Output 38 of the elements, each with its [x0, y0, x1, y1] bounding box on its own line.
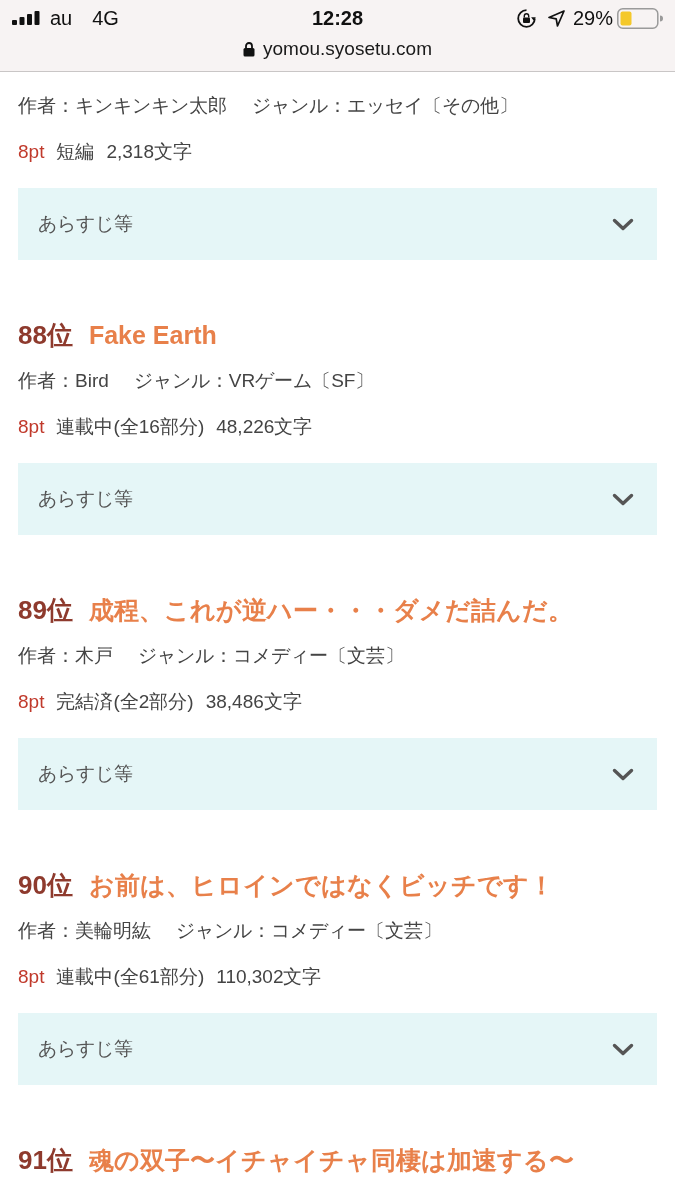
rotation-lock-icon — [516, 8, 536, 28]
synopsis-toggle[interactable]: あらすじ等 — [18, 738, 657, 810]
length-text: 2,318文字 — [106, 140, 192, 164]
rank-label: 90位 — [18, 868, 73, 902]
lock-icon — [243, 41, 255, 57]
genre-text: ジャンル：VRゲーム〔SF〕 — [133, 369, 375, 393]
points-text: 8pt — [18, 691, 45, 713]
status-text: 完結済(全2部分) — [56, 690, 194, 714]
network-type: 4G — [92, 6, 119, 30]
rank-label: 89位 — [18, 593, 73, 627]
author-text: 作者：木戸 — [18, 644, 113, 668]
author-text: 作者：Bird — [18, 369, 109, 393]
rank-label: 91位 — [18, 1143, 73, 1177]
length-text: 110,302文字 — [216, 965, 322, 989]
clock-time: 12:28 — [311, 6, 364, 29]
genre-text: ジャンル：エッセイ〔その他〕 — [252, 94, 518, 118]
genre-text: ジャンル：コメディー〔文芸〕 — [138, 644, 404, 668]
length-text: 38,486文字 — [205, 690, 302, 714]
signal-icon — [12, 11, 40, 25]
author-text: 作者：キンキンキン太郎 — [18, 94, 227, 118]
battery-icon — [617, 7, 663, 29]
battery-percentage: 29% — [572, 6, 613, 30]
carrier-name: au — [50, 6, 73, 30]
location-arrow-icon — [547, 9, 565, 27]
synopsis-toggle[interactable]: あらすじ等 — [18, 188, 657, 260]
points-text: 8pt — [18, 966, 45, 988]
genre-text: ジャンル：コメディー〔文芸〕 — [176, 919, 442, 943]
synopsis-toggle[interactable]: あらすじ等 — [18, 463, 657, 535]
synopsis-toggle[interactable]: あらすじ等 — [18, 1013, 657, 1085]
length-text: 48,226文字 — [216, 415, 313, 439]
points-text: 8pt — [18, 416, 45, 438]
author-text: 作者：美輪明紘 — [18, 919, 151, 943]
points-text: 8pt — [18, 141, 45, 163]
rank-label: 88位 — [18, 318, 73, 352]
address-text[interactable]: yomou.syosetu.com — [263, 38, 432, 60]
status-text: 短編 — [56, 140, 95, 164]
status-text: 連載中(全16部分) — [56, 415, 205, 439]
status-text: 連載中(全61部分) — [56, 965, 205, 989]
